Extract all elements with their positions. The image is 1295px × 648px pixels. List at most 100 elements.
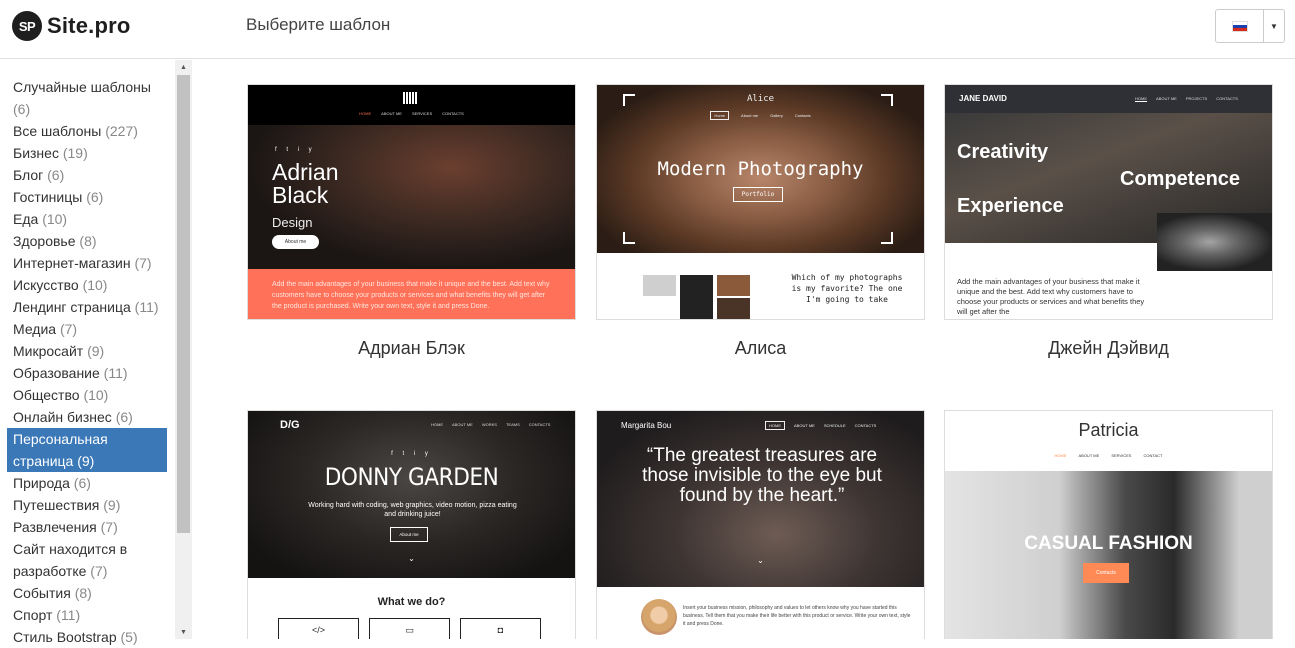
sidebar-category-item[interactable]: События (8): [7, 582, 167, 604]
template-thumbnail[interactable]: HOME ABOUT ME SERVICES CONTACTS f t i y Adr…: [247, 84, 576, 320]
hero-word: Creativity: [957, 141, 1049, 163]
sidebar-category-item[interactable]: Образование (11): [7, 362, 167, 384]
logo-text: Site.pro: [47, 13, 131, 38]
category-label: Бизнес: [13, 145, 59, 161]
category-count: (7): [90, 563, 108, 579]
sidebar-category-item[interactable]: Стиль Bootstrap (5): [7, 626, 167, 648]
category-label: Искусство: [13, 277, 79, 293]
sidebar-category-item[interactable]: Сайт находится в разработке (7): [7, 538, 167, 582]
code-icon: </>: [278, 618, 359, 639]
social-icons: f t i y: [391, 451, 432, 457]
thumb-name: Patricia: [1078, 420, 1139, 440]
sidebar-category-item[interactable]: Искусство (10): [7, 274, 167, 296]
hero-word: Competence: [1120, 168, 1241, 190]
sidebar-category-item[interactable]: Медиа (7): [7, 318, 167, 340]
category-count: (9): [103, 497, 121, 513]
thumb-brand: JANE DAVID: [959, 94, 1007, 103]
category-count: (10): [42, 211, 68, 227]
sidebar-category-item[interactable]: Микросайт (9): [7, 340, 167, 362]
gallery-image: [680, 275, 713, 319]
category-label: Интернет-магазин: [13, 255, 131, 271]
site-logo[interactable]: SP Site.pro: [12, 11, 131, 41]
category-label: Общество: [13, 387, 80, 403]
template-card-donny-garden[interactable]: D/G HOME ABOUT ME WORKS TEAMS CONTACTS f t i…: [247, 410, 576, 639]
template-title[interactable]: Адриан Блэк: [247, 338, 576, 359]
gallery-image: [717, 298, 750, 319]
thumb-subtitle: Design: [272, 215, 313, 230]
category-count: (8): [74, 585, 92, 601]
category-label: Все шаблоны: [13, 123, 102, 139]
scroll-down-arrow-icon[interactable]: ▼: [175, 625, 192, 639]
sidebar-category-item[interactable]: Лендинг страница (11): [7, 296, 167, 318]
sidebar-category-item[interactable]: Путешествия (9): [7, 494, 167, 516]
category-count: (5): [120, 629, 138, 645]
thumb-nav: Home About me Gallery Contacts: [597, 111, 924, 120]
sidebar-category-item[interactable]: Развлечения (7): [7, 516, 167, 538]
category-label: Путешествия: [13, 497, 100, 513]
logo-badge: SP: [12, 11, 42, 41]
hero-word: Experience: [957, 195, 1064, 217]
thumb-nav: HOME ABOUT ME SERVICES CONTACTS: [359, 111, 464, 116]
hero-image: [248, 411, 575, 578]
sidebar-category-item[interactable]: Общество (10): [7, 384, 167, 406]
sidebar-category-item[interactable]: Гостиницы (6): [7, 186, 167, 208]
sidebar-category-item[interactable]: Все шаблоны (227): [7, 120, 167, 142]
template-card-patricia[interactable]: Patricia HOME ABOUT ME SERVICES CONTACT CAS…: [944, 410, 1273, 639]
template-thumbnail[interactable]: JANE DAVID HOME ABOUT ME PROJECTS CONTACTS …: [944, 84, 1273, 320]
sidebar-category-item[interactable]: Бизнес (19): [7, 142, 167, 164]
scrollbar-thumb[interactable]: [177, 75, 190, 533]
scroll-up-arrow-icon[interactable]: ▲: [175, 60, 192, 74]
template-thumbnail[interactable]: D/G HOME ABOUT ME WORKS TEAMS CONTACTS f t i…: [247, 410, 576, 639]
hero-image: [945, 471, 1272, 639]
thumb-heading: CASUAL FASHION: [1024, 533, 1193, 554]
thumb-button: Contacts: [1083, 563, 1129, 583]
category-count: (10): [82, 277, 108, 293]
sidebar-category-item[interactable]: Спорт (11): [7, 604, 167, 626]
category-count: (7): [100, 519, 118, 535]
template-title[interactable]: Джейн Дэйвид: [944, 338, 1273, 359]
template-title[interactable]: Алиса: [596, 338, 925, 359]
category-count: (7): [134, 255, 152, 271]
category-count: (8): [79, 233, 97, 249]
category-label: Еда: [13, 211, 39, 227]
sidebar-category-item[interactable]: Интернет-магазин (7): [7, 252, 167, 274]
template-thumbnail[interactable]: Margarita Bou HOME ABOUT ME SCHEDULE CONTAC…: [596, 410, 925, 639]
category-label: Развлечения: [13, 519, 97, 535]
sidebar-category-item[interactable]: Персональная страница (9): [7, 428, 167, 472]
template-card-jane-david[interactable]: JANE DAVID HOME ABOUT ME PROJECTS CONTACTS …: [944, 84, 1273, 359]
sidebar-category-item[interactable]: Онлайн бизнес (6): [7, 406, 167, 428]
thumb-nav: HOME ABOUT ME SCHEDULE CONTACTS: [765, 421, 885, 430]
template-card-margarita[interactable]: Margarita Bou HOME ABOUT ME SCHEDULE CONTAC…: [596, 410, 925, 639]
thumb-name: Alice: [746, 94, 775, 104]
category-label: Гостиницы: [13, 189, 83, 205]
category-label: Блог: [13, 167, 44, 183]
thumb-subtitle: Working hard with coding, web graphics, …: [308, 502, 517, 518]
top-header: SP Site.pro Выберите шаблон ▼: [0, 0, 1295, 59]
category-count: (10): [83, 387, 109, 403]
sidebar-category-item[interactable]: Здоровье (8): [7, 230, 167, 252]
template-card-adrian[interactable]: HOME ABOUT ME SERVICES CONTACTS f t i y Adr…: [247, 84, 576, 359]
category-list: Случайные шаблоны (6) Все шаблоны (227) Би…: [7, 76, 167, 648]
thumb-button: Portfolio: [733, 187, 783, 202]
template-card-alice[interactable]: Alice Home About me Gallery Contacts Modern…: [596, 84, 925, 359]
russia-flag-icon: [1231, 20, 1248, 32]
thumb-text: Insert your business mission, philosophy…: [683, 605, 911, 627]
thumb-button: About me: [272, 235, 319, 249]
chevron-down-icon: ▼: [1270, 21, 1278, 31]
nav-bar: [248, 85, 575, 125]
template-thumbnail[interactable]: Alice Home About me Gallery Contacts Modern…: [596, 84, 925, 320]
category-count: (6): [47, 167, 65, 183]
category-count: (11): [56, 607, 81, 623]
sidebar-category-item[interactable]: Блог (6): [7, 164, 167, 186]
language-select[interactable]: ▼: [1215, 9, 1285, 43]
template-thumbnail[interactable]: Patricia HOME ABOUT ME SERVICES CONTACT CAS…: [944, 410, 1273, 639]
thumb-logo: D/G: [280, 419, 300, 431]
category-count: (6): [13, 101, 31, 117]
sidebar-category-item[interactable]: Природа (6): [7, 472, 167, 494]
category-label: Онлайн бизнес: [13, 409, 112, 425]
category-label: Стиль Bootstrap: [13, 629, 117, 645]
thumb-heading: Adrian Black: [272, 159, 339, 208]
sidebar-category-item[interactable]: Случайные шаблоны (6): [7, 76, 167, 120]
sidebar-category-item[interactable]: Еда (10): [7, 208, 167, 230]
category-count: (9): [77, 453, 95, 469]
